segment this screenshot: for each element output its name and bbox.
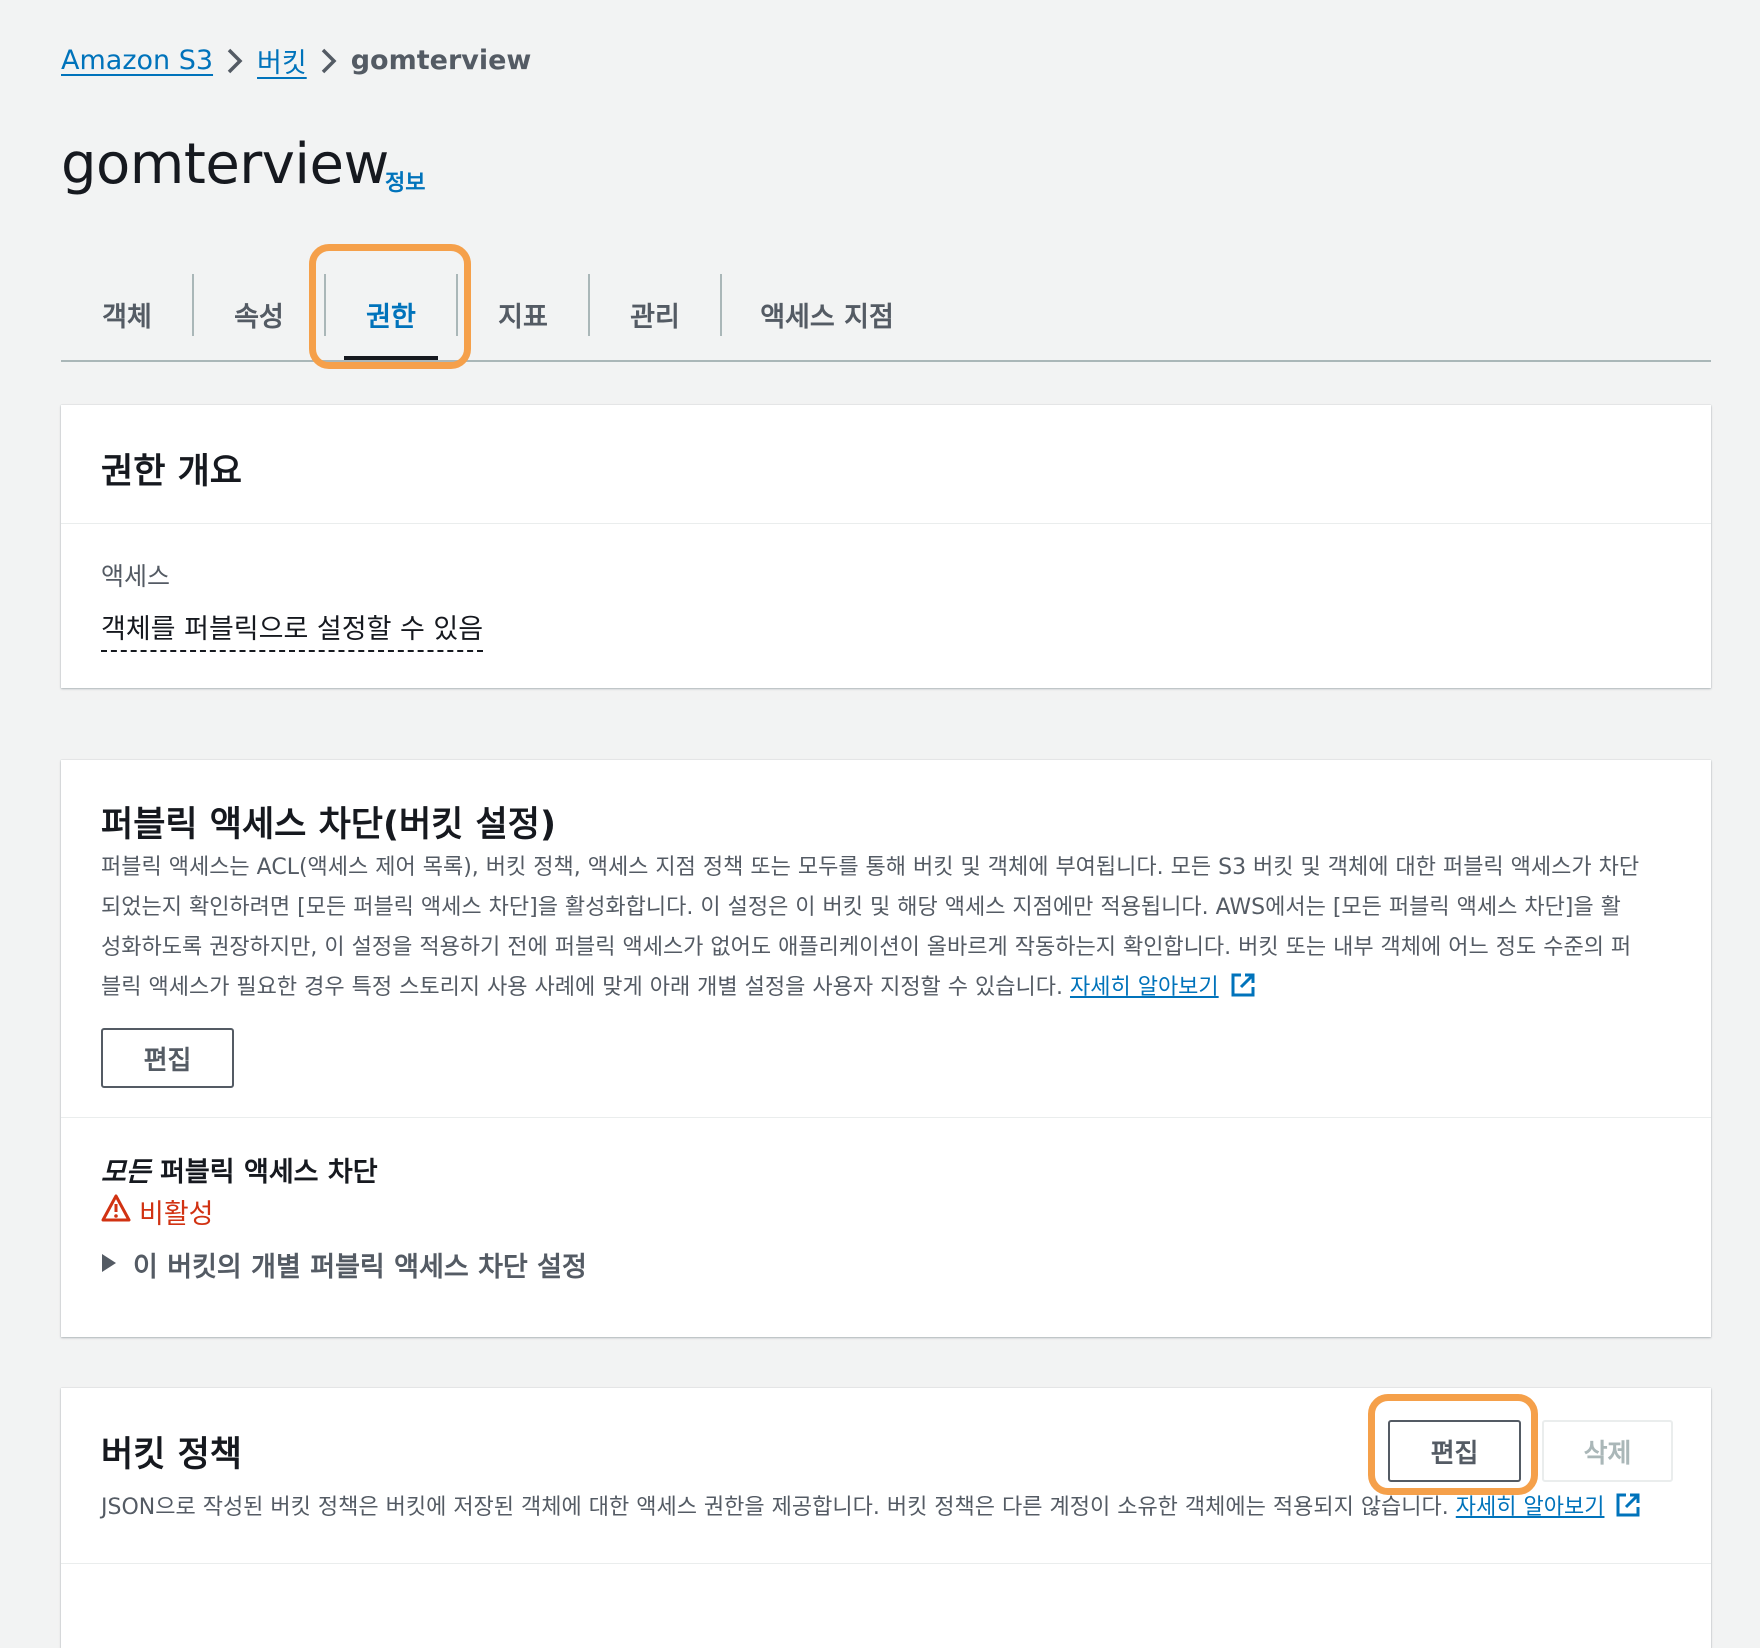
bucket-policy-description-row: JSON으로 작성된 버킷 정책은 버킷에 저장된 객체에 대한 액세스 권한을… bbox=[101, 1488, 1701, 1532]
tab-access-points[interactable]: 액세스 지점 bbox=[722, 270, 932, 358]
breadcrumb-current: gomterview bbox=[350, 44, 532, 76]
bucket-policy-description: JSON으로 작성된 버킷 정책은 버킷에 저장된 객체에 대한 액세스 권한을… bbox=[101, 1495, 1449, 1520]
external-link-icon bbox=[1230, 972, 1256, 1012]
block-all-setting-title: 모든 퍼블릭 액세스 차단 bbox=[101, 1150, 378, 1189]
status-text: 비활성 bbox=[139, 1199, 214, 1230]
individual-settings-expander[interactable]: 이 버킷의 개별 퍼블릭 액세스 차단 설정 bbox=[101, 1245, 587, 1284]
expander-label: 이 버킷의 개별 퍼블릭 액세스 차단 설정 bbox=[133, 1252, 587, 1283]
tab-bar: 객체 속성 권한 지표 관리 액세스 지점 bbox=[61, 270, 1711, 362]
description-line: 성화하도록 권장하지만, 이 설정을 적용하기 전에 퍼블릭 액세스가 없어도 … bbox=[101, 935, 1632, 960]
bucket-policy-panel: 버킷 정책 편집 삭제 JSON으로 작성된 버킷 정책은 버킷에 저장된 객체… bbox=[61, 1388, 1711, 1648]
tab-objects[interactable]: 객체 bbox=[61, 270, 193, 358]
access-value[interactable]: 객체를 퍼블릭으로 설정할 수 있음 bbox=[101, 607, 484, 652]
block-public-access-description: 퍼블릭 액세스는 ACL(액세스 제어 목록), 버킷 정책, 액세스 지점 정… bbox=[101, 848, 1691, 1012]
breadcrumb-amazon-s3[interactable]: Amazon S3 bbox=[61, 45, 213, 76]
external-link-icon bbox=[1615, 1492, 1641, 1532]
divider bbox=[61, 1117, 1711, 1118]
description-line: 되었는지 확인하려면 [모든 퍼블릭 액세스 차단]을 활성화합니다. 이 설정… bbox=[101, 895, 1621, 920]
tab-metrics[interactable]: 지표 bbox=[458, 270, 588, 358]
divider bbox=[61, 523, 1711, 524]
block-public-access-title: 퍼블릭 액세스 차단(버킷 설정) bbox=[101, 805, 556, 845]
access-label: 액세스 bbox=[101, 562, 171, 591]
permissions-overview-title: 권한 개요 bbox=[101, 452, 242, 492]
bucket-policy-title: 버킷 정책 bbox=[101, 1435, 242, 1475]
description-line: 퍼블릭 액세스는 ACL(액세스 제어 목록), 버킷 정책, 액세스 지점 정… bbox=[101, 855, 1640, 880]
description-line: 블릭 액세스가 필요한 경우 특정 스토리지 사용 사례에 맞게 아래 개별 설… bbox=[101, 975, 1063, 1000]
chevron-right-icon bbox=[213, 45, 257, 76]
chevron-right-icon bbox=[307, 45, 351, 76]
block-all-setting-title-emphasis: 모든 bbox=[101, 1157, 151, 1188]
block-public-access-panel: 퍼블릭 액세스 차단(버킷 설정) 퍼블릭 액세스는 ACL(액세스 제어 목록… bbox=[61, 760, 1711, 1337]
tab-management[interactable]: 관리 bbox=[590, 270, 720, 358]
learn-more-link[interactable]: 자세히 알아보기 bbox=[1456, 1495, 1605, 1520]
permissions-overview-panel: 권한 개요 액세스 객체를 퍼블릭으로 설정할 수 있음 bbox=[61, 405, 1711, 688]
info-link[interactable]: 정보 bbox=[385, 165, 425, 197]
page-title: gomterview bbox=[61, 132, 389, 197]
learn-more-link[interactable]: 자세히 알아보기 bbox=[1070, 975, 1219, 1000]
block-public-access-edit-button[interactable]: 편집 bbox=[101, 1028, 234, 1088]
bucket-policy-delete-button[interactable]: 삭제 bbox=[1542, 1420, 1673, 1482]
breadcrumb-buckets[interactable]: 버킷 bbox=[257, 41, 307, 80]
warning-icon bbox=[101, 1194, 131, 1229]
caret-right-icon bbox=[101, 1249, 117, 1280]
bucket-policy-edit-button[interactable]: 편집 bbox=[1388, 1420, 1521, 1482]
breadcrumb: Amazon S3 버킷 gomterview bbox=[61, 38, 531, 82]
tab-permissions[interactable]: 권한 bbox=[326, 270, 456, 360]
divider bbox=[61, 1563, 1711, 1564]
tab-properties[interactable]: 속성 bbox=[194, 270, 324, 358]
block-all-setting-title-rest: 퍼블릭 액세스 차단 bbox=[150, 1157, 378, 1188]
description-line-last: 블릭 액세스가 필요한 경우 특정 스토리지 사용 사례에 맞게 아래 개별 설… bbox=[101, 968, 1691, 1012]
block-all-status: 비활성 bbox=[101, 1192, 214, 1231]
